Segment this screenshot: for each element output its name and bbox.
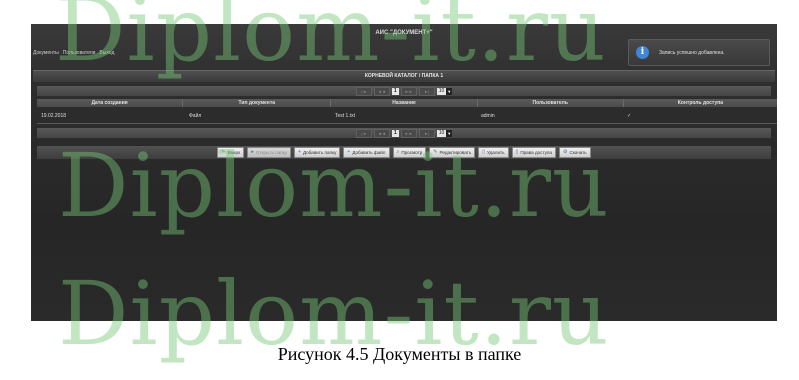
cell-access-checkbox[interactable]: ✓ [623, 111, 777, 122]
button-label: Открыть папку [255, 150, 288, 155]
button-label: Просмотр [401, 150, 423, 155]
column-type[interactable]: Тип документа [183, 99, 332, 107]
first-page-button[interactable]: |◄ [355, 128, 372, 138]
trash-icon: ▯ [482, 149, 485, 155]
plus-icon: + [298, 149, 301, 155]
gear-icon: ⚙ [562, 149, 568, 155]
button-label: Удалить [487, 150, 505, 155]
notification-toast[interactable]: i Запись успешно добавлена. [628, 39, 770, 66]
row-divider [37, 123, 777, 124]
lock-icon: ▯ [515, 149, 519, 155]
search-icon: ⌕ [396, 149, 400, 155]
column-name[interactable]: Название [331, 99, 478, 107]
table-row[interactable]: 19.02.2018 Файл Test 1.txt admin ✓ [37, 111, 777, 122]
button-label: Вверх [227, 150, 241, 155]
current-page[interactable]: 1 [391, 87, 399, 95]
menu-item-logout[interactable]: Выход [99, 50, 114, 56]
last-page-button[interactable]: ►| [418, 86, 435, 96]
per-page-value: 10 [436, 87, 447, 95]
table-header: Дата создания Тип документа Название Пол… [37, 99, 777, 107]
button-label: Добавить файл [352, 150, 386, 155]
pencil-icon: ✎ [433, 149, 438, 155]
button-label: Добавить папку [302, 150, 337, 155]
access-rights-button[interactable]: ▯ Права доступа [511, 147, 556, 158]
main-menu: Документы Пользователи Выход [33, 50, 114, 56]
figure-caption: Рисунок 4.5 Документы в папке [277, 344, 522, 364]
pager-bottom: |◄ ◄◄ 1 ►► ►| 10 ▼ [37, 128, 771, 138]
open-folder-button[interactable]: ▸ Открыть папку [247, 147, 292, 158]
app-window: АИС "ДОКУМЕНТ+" Документы Пользователи В… [31, 24, 777, 321]
add-file-button[interactable]: + Добавить файл [343, 147, 390, 158]
menu-item-documents[interactable]: Документы [33, 50, 59, 56]
column-access[interactable]: Контроль доступа [624, 99, 777, 107]
delete-button[interactable]: ▯ Удалить [478, 147, 509, 158]
prev-page-button[interactable]: ◄◄ [373, 128, 390, 138]
next-page-button[interactable]: ►► [400, 128, 417, 138]
column-user[interactable]: Пользователь [478, 99, 624, 107]
first-page-button[interactable]: |◄ [355, 86, 372, 96]
folder-open-icon: ▸ [251, 149, 254, 155]
up-button[interactable]: ⬑ Вверх [217, 147, 245, 158]
prev-page-button[interactable]: ◄◄ [373, 86, 390, 96]
download-button[interactable]: ⚙ Скачать [558, 147, 591, 158]
menu-item-users[interactable]: Пользователи [63, 50, 96, 56]
notification-text: Запись успешно добавлена. [659, 49, 725, 56]
cell-type: Файл [189, 113, 202, 119]
button-label: Редактировать [439, 150, 472, 155]
pager-top: |◄ ◄◄ 1 ►► ►| 10 ▼ [37, 86, 771, 96]
cell-user: admin [481, 113, 495, 119]
add-folder-button[interactable]: + Добавить папку [294, 147, 341, 158]
next-page-button[interactable]: ►► [400, 86, 417, 96]
view-button[interactable]: ⌕ Просмотр [392, 147, 427, 158]
chevron-down-icon: ▼ [446, 129, 453, 137]
per-page-value: 10 [436, 129, 447, 137]
action-toolbar: ⬑ Вверх ▸ Открыть папку + Добавить папку… [37, 146, 771, 159]
current-page[interactable]: 1 [391, 129, 399, 137]
info-icon: i [636, 46, 649, 59]
cell-name: Test 1.txt [335, 113, 356, 119]
button-label: Скачать [569, 150, 587, 155]
last-page-button[interactable]: ►| [418, 128, 435, 138]
edit-button[interactable]: ✎ Редактировать [429, 147, 476, 158]
button-label: Права доступа [520, 150, 552, 155]
plus-icon: + [347, 149, 351, 155]
cell-date: 19.02.2018 [41, 113, 67, 119]
breadcrumb: КОРНЕВОЙ КАТАЛОГ / ПАПКА 1 [33, 70, 775, 82]
per-page-select[interactable]: 10 ▼ [436, 129, 453, 137]
per-page-select[interactable]: 10 ▼ [436, 87, 453, 95]
arrow-up-icon: ⬑ [221, 149, 226, 155]
column-date[interactable]: Дата создания [37, 99, 184, 107]
chevron-down-icon: ▼ [446, 87, 453, 95]
